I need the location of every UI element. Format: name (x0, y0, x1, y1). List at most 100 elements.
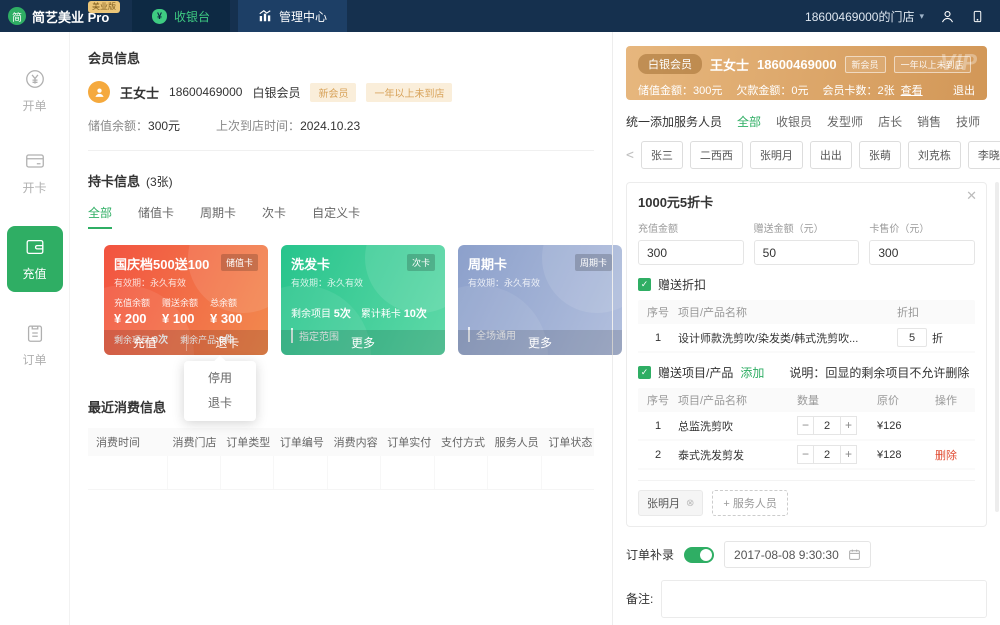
close-icon[interactable]: ✕ (966, 188, 977, 204)
stat-value: ¥ 200 (114, 311, 147, 326)
checkbox-checked-icon[interactable]: ✓ (638, 278, 651, 291)
staff-chip[interactable]: 张萌 (858, 141, 901, 169)
tab-period[interactable]: 周期卡 (200, 204, 236, 229)
sidebar-item-recharge[interactable]: 充值 (6, 226, 63, 292)
refund-card-button[interactable]: 退卡 (185, 334, 269, 351)
remove-icon[interactable]: ⊗ (686, 498, 694, 509)
more-button[interactable]: 更多 (281, 334, 445, 351)
increase-icon[interactable]: + (840, 445, 857, 464)
col-header: 折扣 (897, 307, 919, 319)
discount-value-input[interactable] (897, 328, 927, 347)
nav-cashier-tab[interactable]: ¥ 收银台 (132, 0, 231, 32)
selected-staff-chip[interactable]: 张明月 ⊗ (638, 490, 704, 516)
gift-items-note: 说明：回显的剩余项目不允许删除 (789, 366, 970, 380)
card-footer: 更多 (281, 330, 445, 355)
staff-tab-cashier[interactable]: 收银员 (776, 113, 812, 130)
chevron-left-icon[interactable]: < (626, 148, 634, 163)
card-action-dropdown: 停用 退卡 (184, 361, 256, 421)
app-window: 简 简艺美业 Pro 美业版 ¥ 收银台 管理中心 18600469000的门店… (0, 0, 1000, 625)
nav-admin-tab[interactable]: 管理中心 (238, 0, 348, 32)
checkout-panel: 白银会员 王女士 18600469000 新会员 一年以上未到店 VIP 储值金… (612, 32, 1000, 625)
staff-chip[interactable]: 刘克栋 (907, 141, 961, 169)
checkbox-checked-icon[interactable]: ✓ (638, 366, 651, 379)
scrollbar[interactable] (995, 182, 999, 512)
gift-items-label: 赠送项目/产品 (658, 366, 734, 380)
member-card-count: 洗发卡 次卡 有效期：永久有效 剩余项目 5次 累计耗卡 10次 指定范围 更多 (281, 245, 445, 355)
selected-staff-row: 张明月 ⊗ + 服务人员 (638, 480, 975, 516)
sidebar-item-orders[interactable]: 订单 (7, 316, 63, 374)
delete-link[interactable]: 删除 (935, 447, 975, 463)
tab-stored-value[interactable]: 储值卡 (138, 204, 174, 229)
sidebar-item-billing[interactable]: 开单 (7, 62, 63, 120)
usage-label: 累计耗卡 (360, 309, 401, 320)
stat-label: 赠送余额 (162, 298, 199, 308)
card-icon (25, 154, 44, 168)
decrease-icon[interactable]: − (797, 416, 814, 435)
retro-date-picker[interactable]: 2017-08-08 9:30:30 (724, 541, 871, 568)
stat-label: 充值余额 (114, 298, 151, 308)
view-cards-link[interactable]: 查看 (901, 82, 923, 98)
card-title: 洗发卡 (291, 257, 331, 272)
remark-input[interactable] (661, 580, 987, 618)
retro-entry-toggle[interactable] (684, 546, 715, 563)
mobile-device-icon[interactable] (971, 9, 984, 24)
card-validity: 有效期：永久有效 (291, 278, 364, 288)
vip-watermark: VIP (939, 49, 977, 75)
divider (88, 150, 594, 151)
body: 开单 开卡 充值 订单 会员信息 王女士 18600469000 白银会员 新会… (0, 32, 1000, 625)
col-header: 项目/产品名称 (678, 307, 748, 319)
staff-chip[interactable]: 二西西 (689, 141, 743, 169)
staff-chip[interactable]: 张三 (640, 141, 683, 169)
staff-tab-technician[interactable]: 技师 (956, 113, 980, 130)
card-price-input[interactable] (869, 240, 976, 265)
card-type-tag: 储值卡 (220, 254, 258, 271)
menu-item-disable[interactable]: 停用 (184, 366, 256, 391)
col-header: 消费时间 (96, 437, 140, 449)
add-gift-link[interactable]: 添加 (740, 364, 764, 381)
staff-tab-all[interactable]: 全部 (737, 113, 761, 130)
left-sidebar: 开单 开卡 充值 订单 (0, 32, 70, 625)
increase-icon[interactable]: + (840, 416, 857, 435)
order-fields: 充值金额 赠送金额（元） 卡售价（元） (638, 220, 976, 265)
sidebar-item-open-card[interactable]: 开卡 (7, 144, 63, 202)
vip-tag-new: 新会员 (844, 55, 886, 73)
staff-chip[interactable]: 张明月 (749, 141, 803, 169)
tab-count[interactable]: 次卡 (262, 204, 286, 229)
staff-tab-manager[interactable]: 店长 (878, 113, 902, 130)
col-header: 服务人员 (494, 437, 539, 449)
staff-chip[interactable]: 出出 (809, 141, 852, 169)
card-title: 周期卡 (468, 257, 508, 272)
consumption-table: 消费时间 消费门店 订单类型 订单编号 消费内容 订单实付 支付方式 服务人员 … (88, 428, 594, 490)
card-title: 国庆档500送100 (114, 257, 210, 272)
staff-tab-stylist[interactable]: 发型师 (827, 113, 863, 130)
member-row: 王女士 18600469000 白银会员 新会员 一年以上未到店 (88, 81, 594, 103)
retro-entry-label: 订单补录 (626, 548, 675, 562)
staff-chip[interactable]: 李晓梅 (967, 141, 1000, 169)
stat-value: ¥ 300 (210, 311, 243, 326)
top-header: 简 简艺美业 Pro 美业版 ¥ 收银台 管理中心 18600469000的门店… (0, 0, 1000, 32)
tab-custom[interactable]: 自定义卡 (312, 204, 360, 229)
nav-admin-label: 管理中心 (279, 9, 328, 24)
menu-item-refund[interactable]: 退卡 (184, 391, 256, 416)
more-button[interactable]: 更多 (458, 334, 622, 351)
balance-label: 储值余额： (88, 119, 149, 133)
consumption-table-header: 消费时间 消费门店 订单类型 订单编号 消费内容 订单实付 支付方式 服务人员 … (88, 428, 594, 456)
gift-item-price: ¥126 (877, 419, 902, 432)
exit-member-link[interactable]: 退出 (953, 82, 975, 98)
decrease-icon[interactable]: − (797, 445, 814, 464)
tab-all[interactable]: 全部 (88, 204, 113, 229)
card-footer: 充值 退卡 (104, 330, 268, 355)
gift-amount-input[interactable] (753, 240, 860, 265)
recharge-button[interactable]: 充值 (104, 334, 186, 351)
add-staff-button[interactable]: + 服务人员 (712, 490, 788, 516)
user-icon[interactable] (940, 9, 955, 24)
row-index: 2 (654, 448, 662, 461)
selected-staff-name: 张明月 (647, 498, 680, 510)
vip-banner: 白银会员 王女士 18600469000 新会员 一年以上未到店 VIP 储值金… (626, 46, 987, 100)
staff-tab-sales[interactable]: 销售 (917, 113, 941, 130)
recharge-amount-input[interactable] (638, 240, 744, 265)
member-cards-row: 国庆档500送100 储值卡 有效期：永久有效 充值余额 ¥ 200 赠送余额 ¥ … (104, 245, 622, 421)
member-card-period: 周期卡 周期卡 有效期：永久有效 全场通用 更多 (458, 245, 622, 355)
store-selector[interactable]: 18600469000的门店 ▾ (805, 8, 924, 25)
last-visit-value: 2024.10.23 (300, 119, 361, 133)
